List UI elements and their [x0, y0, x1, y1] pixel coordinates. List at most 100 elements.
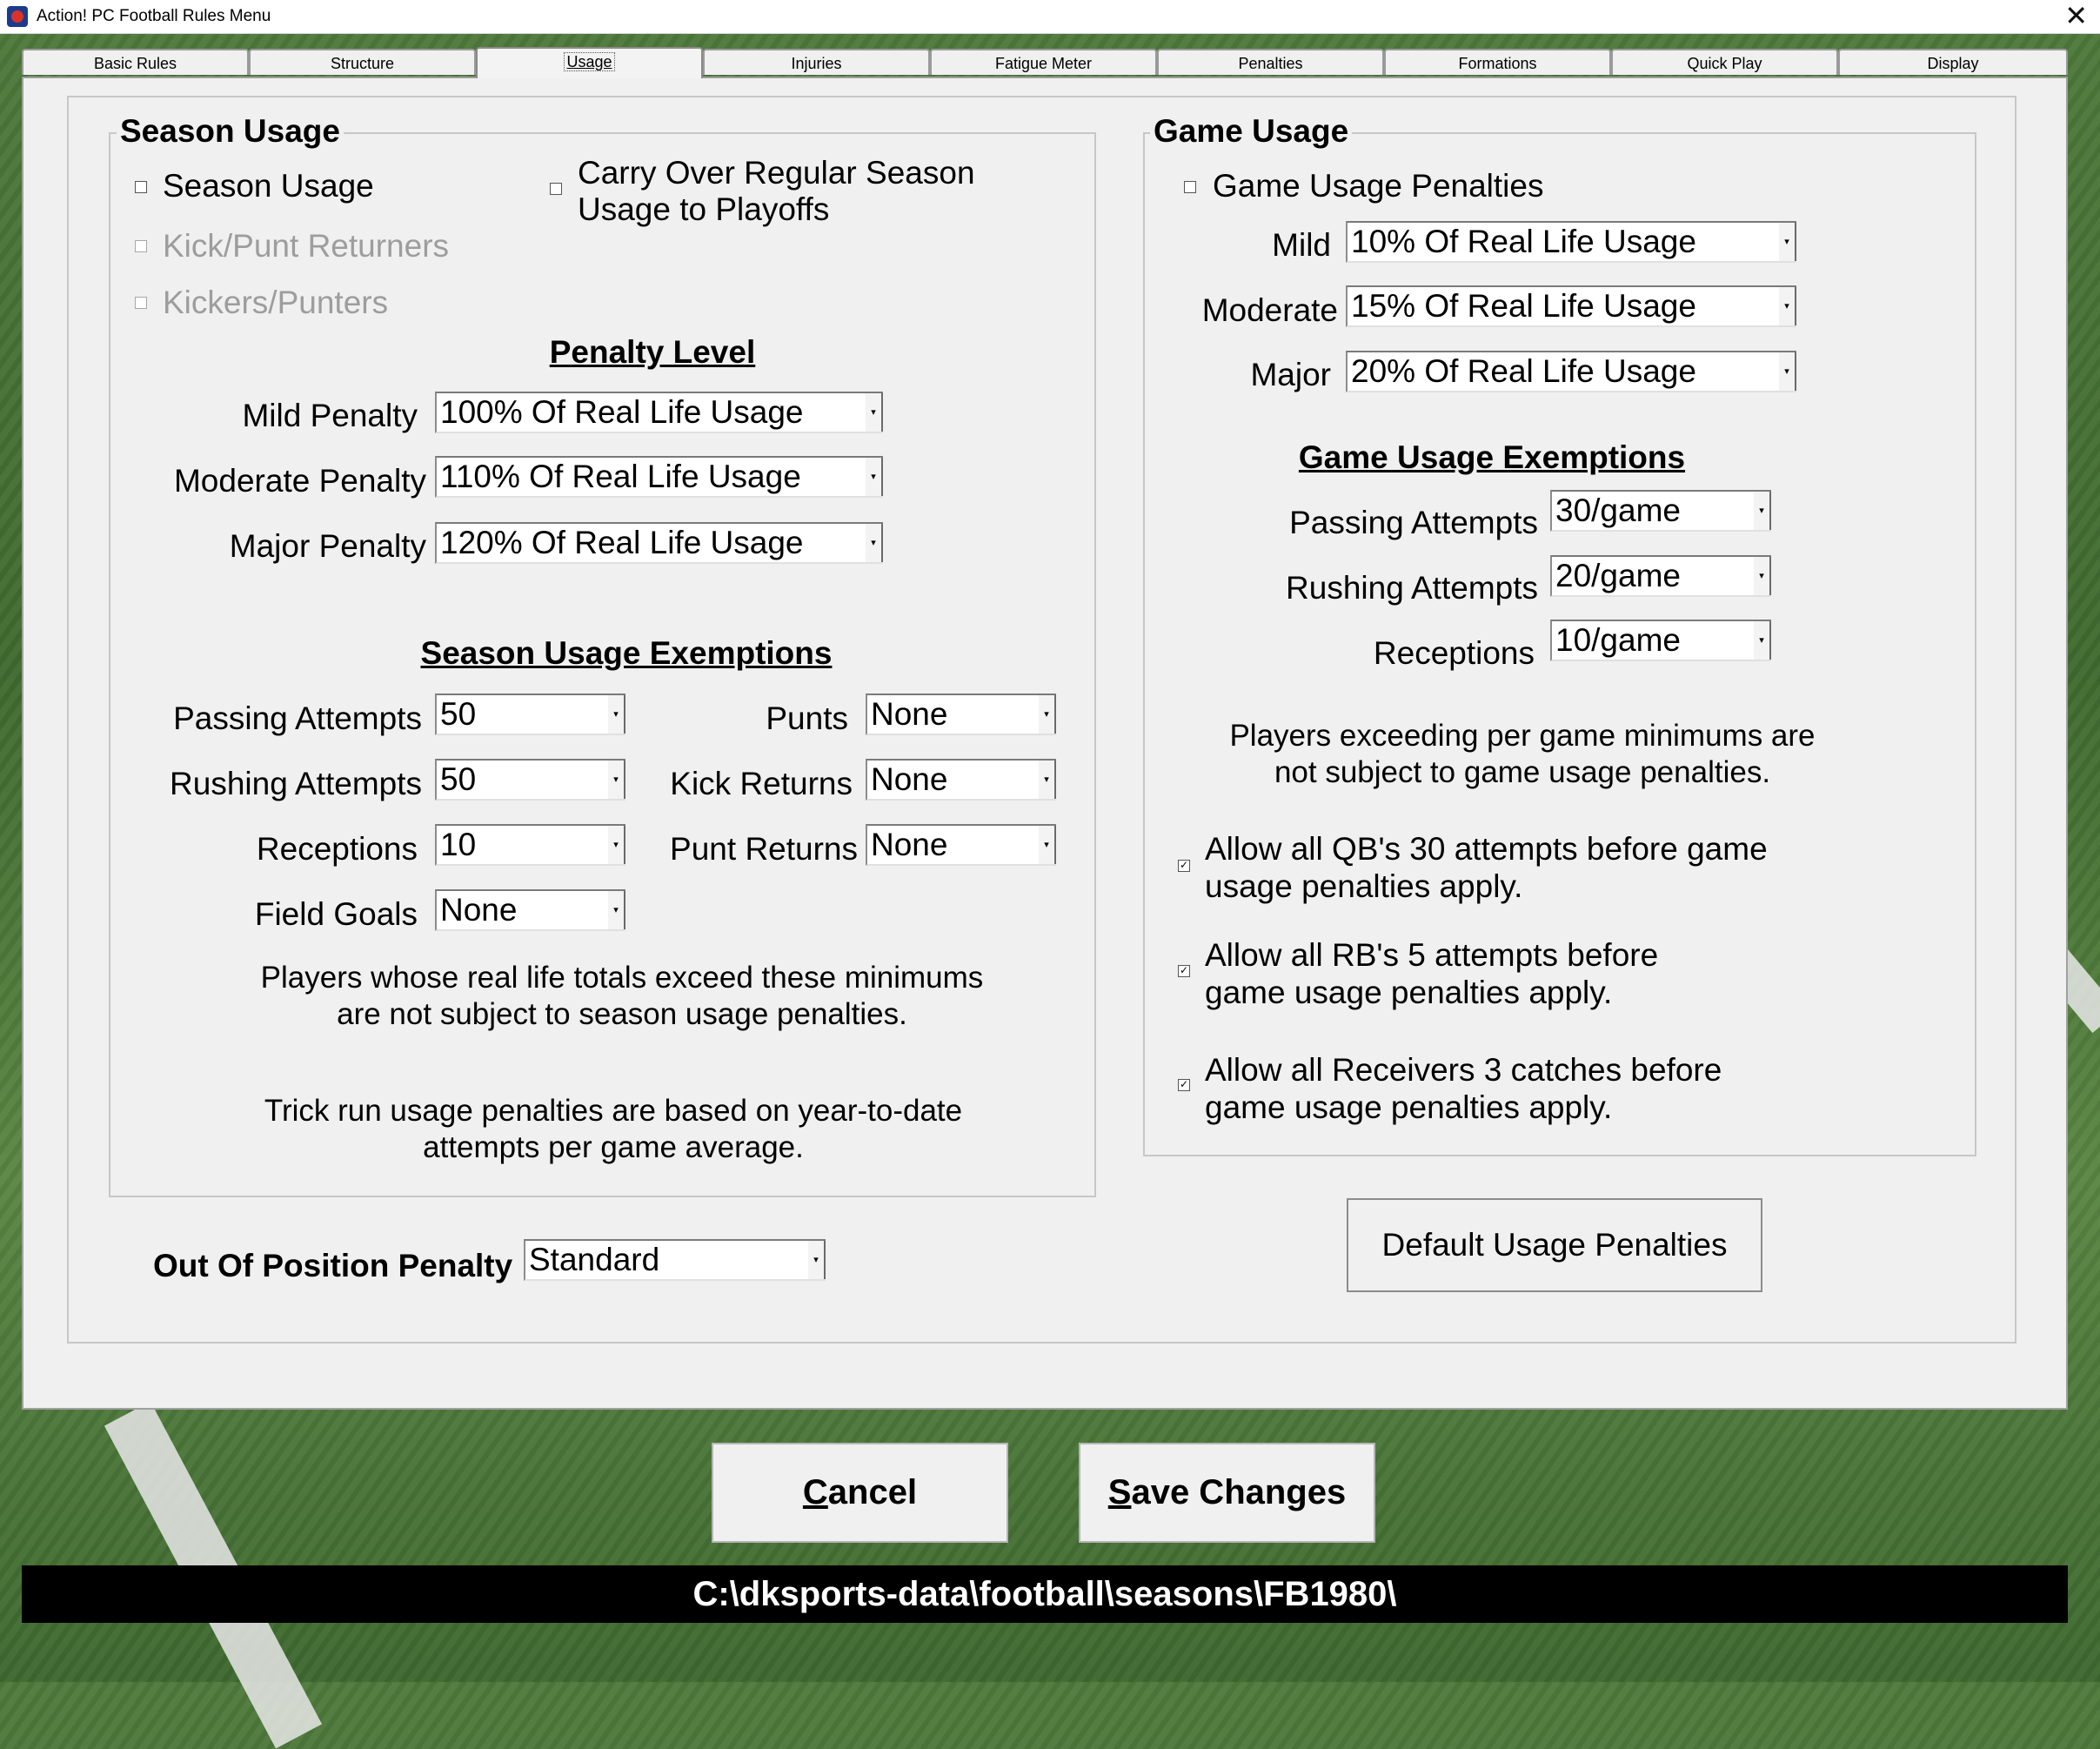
season-passing-select[interactable]: 50 ▾ — [435, 694, 625, 735]
game-usage-penalties-label: Game Usage Penalties — [1213, 168, 1544, 204]
game-usage-penalties-checkbox[interactable] — [1184, 181, 1196, 193]
punt-returns-label: Punt Returns — [670, 831, 858, 867]
game-exemptions-heading: Game Usage Exemptions — [1298, 439, 1686, 475]
season-exemption-note-line1: Players whose real life totals exceed th… — [260, 961, 984, 995]
season-passing-label: Passing Attempts — [173, 700, 422, 736]
trick-run-note-line1: Trick run usage penalties are based on y… — [264, 1094, 963, 1128]
punts-value: None — [871, 696, 948, 732]
tab-structure[interactable]: Structure — [249, 49, 476, 75]
close-icon[interactable]: ✕ — [2064, 0, 2088, 31]
field-goals-value: None — [440, 892, 518, 928]
game-moderate-label: Moderate — [1201, 292, 1338, 328]
kick-returns-select[interactable]: None ▾ — [866, 759, 1056, 801]
chevron-down-icon[interactable]: ▾ — [864, 458, 883, 496]
tab-basic-rules[interactable]: Basic Rules — [22, 49, 249, 75]
chevron-down-icon[interactable]: ▾ — [1752, 492, 1771, 530]
tab-quick-play[interactable]: Quick Play — [1611, 49, 1838, 75]
game-mild-value: 10% Of Real Life Usage — [1351, 224, 1696, 259]
moderate-penalty-select[interactable]: 110% Of Real Life Usage ▾ — [435, 456, 883, 498]
out-of-position-label: Out Of Position Penalty — [153, 1248, 513, 1283]
chevron-down-icon[interactable]: ▾ — [1037, 761, 1056, 799]
qb-allowance-checkbox[interactable]: ✓ — [1178, 860, 1190, 872]
game-rushing-value: 20/game — [1555, 558, 1681, 593]
game-mild-select[interactable]: 10% Of Real Life Usage ▾ — [1346, 221, 1796, 263]
mild-penalty-value: 100% Of Real Life Usage — [440, 394, 804, 430]
game-major-value: 20% Of Real Life Usage — [1351, 353, 1696, 389]
tab-penalties[interactable]: Penalties — [1157, 49, 1384, 75]
tab-fatigue-meter[interactable]: Fatigue Meter — [930, 49, 1157, 75]
game-moderate-value: 15% Of Real Life Usage — [1351, 288, 1696, 324]
game-exemption-note: Players exceeding per game minimums are … — [1157, 718, 1888, 791]
out-of-position-select[interactable]: Standard ▾ — [524, 1239, 826, 1281]
check-icon: ✓ — [1179, 964, 1189, 976]
major-penalty-select[interactable]: 120% Of Real Life Usage ▾ — [435, 522, 883, 564]
chevron-down-icon[interactable]: ▾ — [1752, 621, 1771, 660]
chevron-down-icon[interactable]: ▾ — [606, 761, 625, 799]
game-usage-title: Game Usage — [1150, 113, 1353, 150]
cancel-mnemonic: C — [802, 1473, 828, 1511]
chevron-down-icon[interactable]: ▾ — [606, 891, 625, 929]
season-rushing-select[interactable]: 50 ▾ — [435, 759, 625, 801]
chevron-down-icon[interactable]: ▾ — [606, 695, 625, 734]
game-major-select[interactable]: 20% Of Real Life Usage ▾ — [1346, 351, 1796, 392]
check-icon: ✓ — [1179, 1078, 1189, 1090]
receivers-allowance-checkbox[interactable]: ✓ — [1178, 1079, 1190, 1091]
qb-allowance-label-1: Allow all QB's 30 attempts before game — [1205, 831, 1768, 867]
season-usage-title: Season Usage — [117, 113, 344, 150]
field-goals-select[interactable]: None ▾ — [435, 889, 625, 931]
chevron-down-icon[interactable]: ▾ — [864, 393, 883, 432]
tab-usage[interactable]: Usage — [476, 47, 703, 78]
save-changes-button[interactable]: Save Changes — [1079, 1443, 1375, 1543]
rb-allowance-label-1: Allow all RB's 5 attempts before — [1205, 937, 1659, 973]
save-mnemonic: S — [1107, 1473, 1132, 1511]
tab-formations[interactable]: Formations — [1384, 49, 1611, 75]
chevron-down-icon[interactable]: ▾ — [606, 826, 625, 864]
season-usage-checkbox[interactable] — [135, 181, 147, 193]
title-bar: Action! PC Football Rules Menu ✕ — [0, 0, 2100, 34]
punt-returns-select[interactable]: None ▾ — [866, 824, 1056, 866]
chevron-down-icon[interactable]: ▾ — [1777, 287, 1796, 325]
chevron-down-icon[interactable]: ▾ — [1777, 352, 1796, 391]
chevron-down-icon[interactable]: ▾ — [1037, 695, 1056, 734]
chevron-down-icon[interactable]: ▾ — [864, 524, 883, 562]
carry-over-label-2: Usage to Playoffs — [578, 191, 830, 227]
tab-display[interactable]: Display — [1838, 49, 2068, 75]
game-passing-label: Passing Attempts — [1289, 505, 1538, 540]
season-receptions-value: 10 — [440, 827, 477, 862]
chevron-down-icon[interactable]: ▾ — [1752, 557, 1771, 595]
default-usage-penalties-label: Default Usage Penalties — [1381, 1227, 1728, 1263]
moderate-penalty-value: 110% Of Real Life Usage — [440, 459, 801, 494]
punts-label: Punts — [766, 700, 848, 736]
data-path-bar: C:\dksports-data\football\seasons\FB1980… — [22, 1565, 2068, 1623]
rb-allowance-label-2: game usage penalties apply. — [1205, 975, 1613, 1010]
season-receptions-select[interactable]: 10 ▾ — [435, 824, 625, 866]
default-usage-penalties-button[interactable]: Default Usage Penalties — [1347, 1198, 1762, 1292]
major-penalty-value: 120% Of Real Life Usage — [440, 525, 804, 560]
cancel-button[interactable]: Cancel — [712, 1443, 1008, 1543]
trick-run-note-line2: attempts per game average. — [423, 1130, 804, 1164]
punt-returns-value: None — [871, 827, 948, 862]
game-receptions-label: Receptions — [1373, 635, 1535, 671]
field-goals-label: Field Goals — [254, 896, 418, 932]
moderate-penalty-label: Moderate Penalty — [173, 463, 426, 499]
tab-injuries[interactable]: Injuries — [703, 49, 930, 75]
kickers-punters-checkbox — [135, 297, 147, 309]
game-major-label: Major — [1250, 357, 1331, 392]
game-receptions-select[interactable]: 10/game ▾ — [1550, 620, 1771, 661]
carry-over-checkbox[interactable] — [550, 183, 562, 195]
game-rushing-label: Rushing Attempts — [1286, 570, 1538, 606]
season-usage-label: Season Usage — [163, 168, 374, 204]
mild-penalty-select[interactable]: 100% Of Real Life Usage ▾ — [435, 392, 883, 433]
chevron-down-icon[interactable]: ▾ — [806, 1241, 826, 1279]
game-passing-select[interactable]: 30/game ▾ — [1550, 490, 1771, 532]
rb-allowance-checkbox[interactable]: ✓ — [1178, 965, 1190, 977]
chevron-down-icon[interactable]: ▾ — [1037, 826, 1056, 864]
save-label-rest: ave Changes — [1131, 1473, 1347, 1511]
game-moderate-select[interactable]: 15% Of Real Life Usage ▾ — [1346, 285, 1796, 327]
major-penalty-label: Major Penalty — [229, 528, 426, 564]
punts-select[interactable]: None ▾ — [866, 694, 1056, 735]
chevron-down-icon[interactable]: ▾ — [1777, 223, 1796, 261]
game-rushing-select[interactable]: 20/game ▾ — [1550, 555, 1771, 597]
kick-punt-returners-checkbox — [135, 240, 147, 252]
window-title: Action! PC Football Rules Menu — [37, 7, 271, 25]
